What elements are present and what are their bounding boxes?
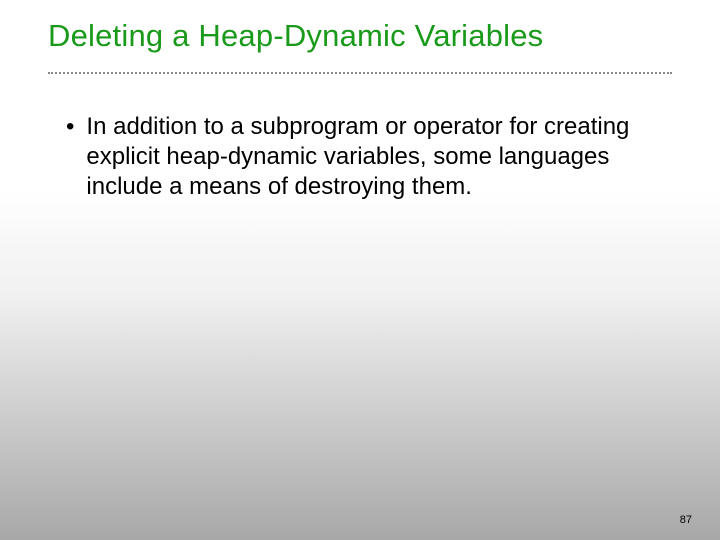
bullet-text: In addition to a subprogram or operator … [86, 112, 672, 202]
slide-body: • In addition to a subprogram or operato… [0, 74, 720, 202]
bullet-marker-icon: • [66, 112, 74, 142]
slide: Deleting a Heap-Dynamic Variables • In a… [0, 0, 720, 540]
page-number: 87 [680, 514, 692, 526]
slide-title: Deleting a Heap-Dynamic Variables [0, 0, 720, 62]
bullet-item: • In addition to a subprogram or operato… [66, 112, 672, 202]
